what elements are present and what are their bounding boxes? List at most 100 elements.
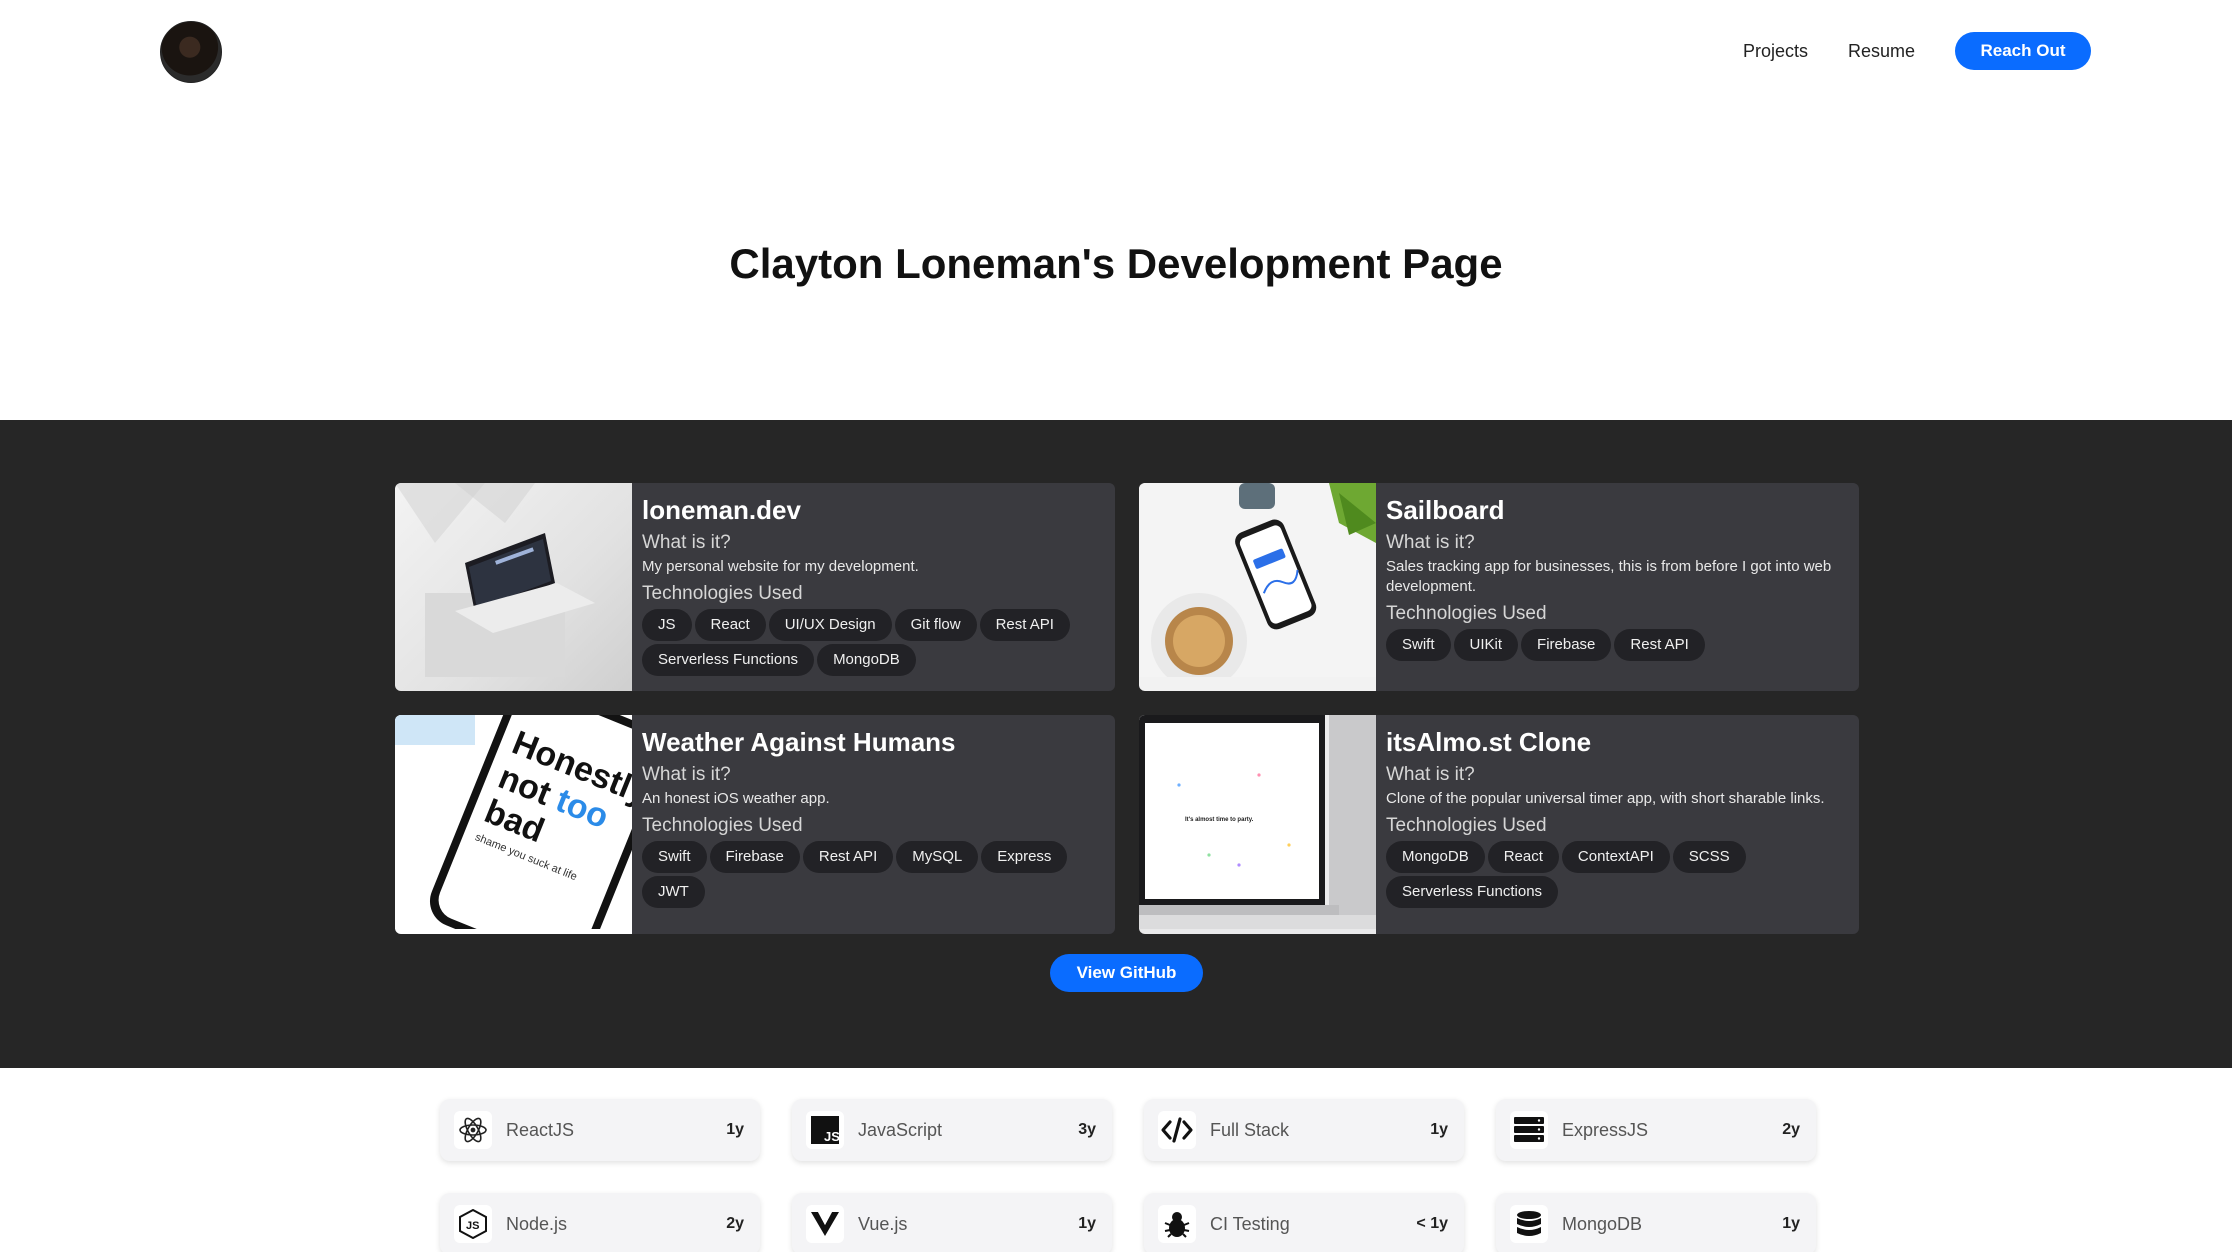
tech-tag: Serverless Functions (1386, 876, 1559, 908)
server-icon (1510, 1111, 1548, 1149)
skill-card-reactjs: ReactJS 1y (440, 1099, 760, 1161)
tech-tag: Git flow (894, 609, 977, 641)
view-github-button[interactable]: View GitHub (1050, 954, 1203, 992)
tech-tag: Rest API (1614, 629, 1705, 661)
site-header: Projects Resume Reach Out (0, 0, 2232, 110)
tech-label: Technologies Used (1386, 603, 1547, 624)
skill-name: Full Stack (1210, 1119, 1290, 1140)
tech-label: Technologies Used (642, 583, 803, 604)
skill-years: 1y (1078, 1215, 1096, 1232)
tech-tag: MySQL (896, 841, 979, 873)
project-title: Weather Against Humans (642, 727, 956, 757)
skill-card-mongodb: MongoDB 1y (1496, 1193, 1816, 1252)
project-title: Sailboard (1386, 495, 1505, 525)
project-thumbnail (395, 483, 632, 691)
tech-tags: Swift Firebase Rest API MySQL Express JW… (642, 841, 1105, 911)
reach-out-button[interactable]: Reach Out (1955, 32, 2091, 70)
laptop-illustration-icon (395, 483, 595, 677)
nodejs-icon: JS (454, 1205, 492, 1243)
project-card-loneman-dev[interactable]: loneman.dev What is it? My personal webs… (395, 483, 1115, 691)
skill-card-nodejs: JS Node.js 2y (440, 1193, 760, 1252)
tech-tag: MongoDB (817, 644, 916, 676)
project-body: itsAlmo.st Clone What is it? Clone of th… (1376, 715, 1859, 934)
skill-name: ExpressJS (1562, 1119, 1649, 1140)
what-label: What is it? (642, 532, 731, 553)
project-body: Sailboard What is it? Sales tracking app… (1376, 483, 1859, 691)
skill-name: Vue.js (858, 1213, 908, 1234)
project-card-weather-against-humans[interactable]: Honestly not too bad shame you suck at l… (395, 715, 1115, 934)
tech-tag: JS (642, 609, 692, 641)
project-description: Clone of the popular universal timer app… (1386, 790, 1825, 807)
project-description: An honest iOS weather app. (642, 790, 830, 807)
tech-tag: Swift (1386, 629, 1451, 661)
svg-text:JS: JS (824, 1129, 840, 1144)
skill-name: MongoDB (1562, 1213, 1643, 1234)
tech-tag: Swift (642, 841, 707, 873)
project-description: My personal website for my development. (642, 558, 919, 575)
skill-years: 3y (1078, 1121, 1096, 1138)
skill-years: 1y (1782, 1215, 1800, 1232)
code-icon (1158, 1111, 1196, 1149)
nav-resume-link[interactable]: Resume (1848, 32, 1915, 70)
skill-years: 2y (1782, 1121, 1800, 1138)
top-nav: Projects Resume Reach Out (1743, 32, 2091, 70)
project-description: Sales tracking app for businesses, this … (1386, 558, 1832, 595)
tech-tag: ContextAPI (1561, 841, 1670, 873)
skill-card-expressjs: ExpressJS 2y (1496, 1099, 1816, 1161)
projects-grid: loneman.dev What is it? My personal webs… (395, 483, 1859, 934)
tech-label: Technologies Used (642, 815, 803, 836)
skill-name: CI Testing (1210, 1213, 1290, 1234)
what-label: What is it? (1386, 532, 1475, 553)
tech-tag: Firebase (1521, 629, 1612, 661)
tech-label: Technologies Used (1386, 815, 1547, 836)
project-title: loneman.dev (642, 495, 801, 525)
what-label: What is it? (642, 764, 731, 785)
tech-tag: Rest API (979, 609, 1070, 641)
tech-tags: Swift UIKit Firebase Rest API (1386, 629, 1849, 664)
projects-section: loneman.dev What is it? My personal webs… (0, 420, 2232, 1068)
vue-icon (806, 1205, 844, 1243)
database-icon (1510, 1205, 1548, 1243)
skill-years: < 1y (1416, 1215, 1448, 1232)
page-title: Clayton Loneman's Development Page (729, 240, 1503, 287)
phone-screen-illustration-icon: Honestly not too bad shame you suck at l… (395, 715, 632, 934)
skill-name: Node.js (506, 1213, 568, 1234)
skill-card-full-stack: Full Stack 1y (1144, 1099, 1464, 1161)
nav-projects-link[interactable]: Projects (1743, 32, 1808, 70)
laptop-timer-illustration-icon: It's almost time to party. (1139, 715, 1376, 929)
react-icon (454, 1111, 492, 1149)
svg-text:It's almost time to party.: It's almost time to party. (1185, 817, 1254, 823)
bug-icon (1158, 1205, 1196, 1243)
skill-years: 1y (726, 1121, 744, 1138)
skill-card-ci-testing: CI Testing < 1y (1144, 1193, 1464, 1252)
tech-tags: JS React UI/UX Design Git flow Rest API … (642, 609, 1105, 679)
project-body: loneman.dev What is it? My personal webs… (632, 483, 1115, 691)
project-thumbnail: Honestly not too bad shame you suck at l… (395, 715, 632, 934)
skill-years: 2y (726, 1215, 744, 1232)
project-body: Weather Against Humans What is it? An ho… (632, 715, 1115, 934)
skill-card-vuejs: Vue.js 1y (792, 1193, 1112, 1252)
skill-years: 1y (1430, 1121, 1448, 1138)
project-card-sailboard[interactable]: Sailboard What is it? Sales tracking app… (1139, 483, 1859, 691)
tech-tags: MongoDB React ContextAPI SCSS Serverless… (1386, 841, 1849, 911)
tech-tag: Firebase (709, 841, 800, 873)
svg-text:JS: JS (466, 1220, 479, 1232)
skill-name: ReactJS (506, 1119, 575, 1140)
javascript-icon: JS (806, 1111, 844, 1149)
project-thumbnail (1139, 483, 1376, 691)
tech-tag: MongoDB (1386, 841, 1485, 873)
tech-tag: UIKit (1453, 629, 1519, 661)
skill-name: JavaScript (858, 1119, 943, 1140)
tech-tag: JWT (642, 876, 705, 908)
phone-coffee-illustration-icon (1139, 483, 1376, 689)
project-card-itsalmost-clone[interactable]: It's almost time to party. itsAlmo.st Cl… (1139, 715, 1859, 934)
tech-tag: Rest API (802, 841, 894, 873)
tech-tag: React (1487, 841, 1559, 873)
tech-tag: Express (981, 841, 1068, 873)
avatar[interactable] (160, 21, 222, 83)
project-title: itsAlmo.st Clone (1386, 727, 1592, 757)
skill-card-javascript: JS JavaScript 3y (792, 1099, 1112, 1161)
tech-tag: SCSS (1672, 841, 1746, 873)
tech-tag: React (694, 609, 766, 641)
what-label: What is it? (1386, 764, 1475, 785)
